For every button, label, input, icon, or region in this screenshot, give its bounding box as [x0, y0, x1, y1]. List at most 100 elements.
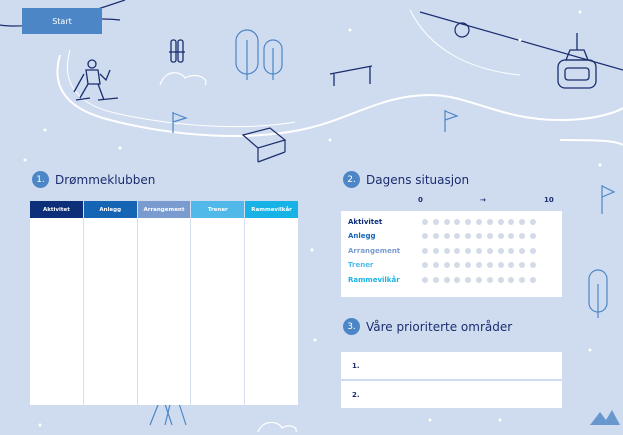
- rating-dot[interactable]: [465, 262, 472, 268]
- start-button[interactable]: Start: [22, 8, 102, 34]
- rating-dot[interactable]: [529, 233, 536, 239]
- priority-row[interactable]: 2.: [341, 381, 562, 408]
- section-priorities-header: 3. Våre prioriterte områder: [343, 318, 512, 335]
- club-column-header: Rammevilkår: [245, 201, 298, 218]
- rating-dots: [422, 247, 536, 254]
- scale-max: 10: [544, 196, 554, 204]
- rating-dot[interactable]: [475, 218, 482, 225]
- situation-row: Anlegg: [348, 231, 536, 242]
- rating-dots: [422, 233, 536, 239]
- section-number: 1.: [32, 171, 49, 188]
- situation-row: Arrangement: [348, 245, 536, 256]
- logo-mark: [590, 410, 620, 425]
- tree-icon: [235, 29, 283, 80]
- rating-dot[interactable]: [475, 233, 482, 239]
- rating-dots: [422, 218, 536, 225]
- rating-dot[interactable]: [422, 262, 428, 268]
- club-column-header: Arrangement: [137, 201, 191, 218]
- rating-dot[interactable]: [508, 218, 515, 225]
- rating-dot[interactable]: [432, 262, 439, 268]
- rating-dot[interactable]: [443, 262, 450, 268]
- priority-number: 2.: [352, 390, 360, 399]
- rating-dot[interactable]: [486, 262, 493, 268]
- rating-dot[interactable]: [432, 233, 439, 239]
- rating-dot[interactable]: [508, 233, 515, 239]
- rating-dot[interactable]: [508, 247, 515, 254]
- rating-dot[interactable]: [529, 276, 536, 283]
- section-title: Drømmeklubben: [55, 172, 156, 187]
- rating-dot[interactable]: [486, 218, 493, 225]
- situation-label: Rammevilkår: [348, 275, 400, 284]
- rating-dot[interactable]: [519, 218, 526, 225]
- club-column[interactable]: Trener: [191, 201, 246, 405]
- rating-dot[interactable]: [486, 247, 493, 254]
- rating-dot[interactable]: [465, 233, 472, 239]
- gate-icon: [329, 65, 373, 86]
- skis-icon: [169, 39, 185, 63]
- rating-dot[interactable]: [475, 247, 482, 254]
- rating-dot[interactable]: [519, 262, 526, 268]
- situation-label: Trener: [348, 261, 374, 269]
- rating-dot[interactable]: [454, 276, 461, 283]
- rating-dot[interactable]: [497, 218, 504, 225]
- rating-dot[interactable]: [529, 247, 536, 254]
- rating-dot[interactable]: [508, 276, 515, 283]
- rating-dot[interactable]: [422, 247, 428, 254]
- rating-dot[interactable]: [529, 262, 536, 268]
- rating-dot[interactable]: [443, 233, 450, 239]
- rating-dot[interactable]: [465, 276, 472, 283]
- gondola-icon: [557, 33, 597, 89]
- section-number: 2.: [343, 171, 360, 188]
- rating-dot[interactable]: [519, 233, 526, 239]
- rating-dots: [422, 276, 536, 283]
- rating-dot[interactable]: [443, 247, 450, 254]
- rating-dot[interactable]: [443, 276, 450, 283]
- club-column-header: Anlegg: [83, 201, 137, 218]
- rating-dot[interactable]: [475, 262, 482, 268]
- rating-dot[interactable]: [465, 218, 472, 225]
- section-title: Våre prioriterte områder: [366, 319, 513, 334]
- club-column[interactable]: Arrangement: [137, 201, 192, 405]
- rating-dot[interactable]: [454, 247, 461, 254]
- rating-dot[interactable]: [432, 247, 439, 254]
- rating-dot[interactable]: [475, 276, 482, 283]
- rating-dot[interactable]: [422, 233, 428, 239]
- rating-dot[interactable]: [432, 276, 439, 283]
- rating-dot[interactable]: [422, 276, 428, 283]
- section-dream-club-header: 1. Drømmeklubben: [32, 171, 155, 188]
- section-title: Dagens situasjon: [366, 172, 470, 187]
- rating-dot[interactable]: [454, 262, 461, 268]
- club-column[interactable]: Aktivitet: [30, 201, 84, 405]
- rating-dot[interactable]: [486, 276, 493, 283]
- rating-dot[interactable]: [519, 247, 526, 254]
- priority-row[interactable]: 1.: [341, 352, 562, 379]
- situation-rating-panel: Aktivitet Anlegg Arrangement Trener Rammevil…: [341, 211, 562, 297]
- rating-dot[interactable]: [529, 218, 536, 225]
- rating-dot[interactable]: [486, 233, 493, 239]
- rating-dot[interactable]: [497, 247, 504, 254]
- rating-dot[interactable]: [454, 233, 461, 239]
- scale-arrow: →: [480, 196, 486, 204]
- rating-dot[interactable]: [497, 233, 504, 239]
- club-column-header: Trener: [191, 201, 245, 218]
- rating-dot[interactable]: [422, 218, 428, 225]
- situation-row: Trener: [348, 260, 536, 271]
- skier-icon: [73, 59, 119, 101]
- club-column[interactable]: Anlegg: [83, 201, 138, 405]
- rating-dot[interactable]: [432, 218, 439, 225]
- situation-label: Aktivitet: [348, 217, 383, 226]
- rating-dot[interactable]: [465, 247, 472, 254]
- section-situation-header: 2. Dagens situasjon: [343, 171, 469, 188]
- priority-number: 1.: [352, 361, 360, 370]
- club-column[interactable]: Rammevilkår: [245, 201, 298, 405]
- rating-dot[interactable]: [519, 276, 526, 283]
- rating-dot[interactable]: [508, 262, 515, 268]
- rating-dot[interactable]: [443, 218, 450, 225]
- scale-min: 0: [418, 196, 423, 204]
- situation-label: Anlegg: [348, 232, 376, 240]
- rating-dot[interactable]: [497, 276, 504, 283]
- rating-dot[interactable]: [454, 218, 461, 225]
- situation-label: Arrangement: [348, 246, 401, 255]
- rating-dot[interactable]: [497, 262, 504, 268]
- situation-row: Aktivitet: [348, 216, 536, 227]
